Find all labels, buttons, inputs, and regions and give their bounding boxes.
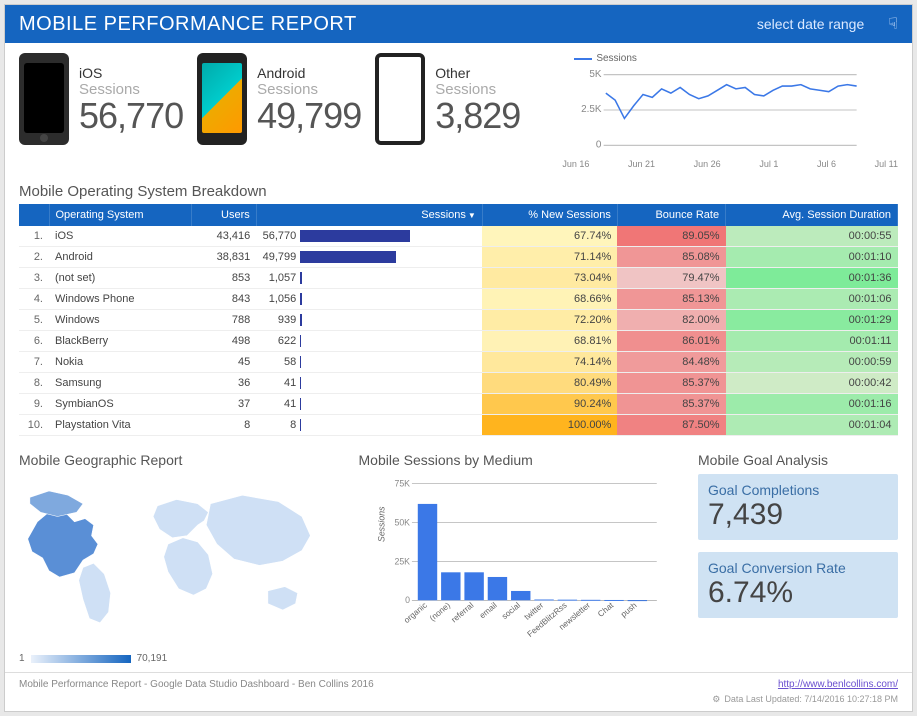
phone-ios-icon	[19, 53, 69, 145]
footer-updated: ⚙Data Last Updated: 7/14/2016 10:27:18 P…	[5, 692, 912, 711]
svg-text:social: social	[500, 601, 522, 622]
svg-text:0: 0	[405, 595, 410, 605]
goal-completions-card: Goal Completions 7,439	[698, 474, 898, 540]
world-map[interactable]	[19, 474, 343, 644]
os-breakdown-table[interactable]: Operating SystemUsersSessions▼% New Sess…	[19, 204, 898, 436]
table-row[interactable]: 2.Android38,83149,79971.14%85.08%00:01:1…	[19, 247, 898, 268]
summary-ios: iOS Sessions 56,770	[19, 53, 183, 145]
date-range-selector[interactable]: select date range ☟	[757, 14, 898, 34]
svg-text:Sessions: Sessions	[376, 506, 386, 542]
svg-text:referral: referral	[449, 601, 475, 625]
goal-title: Mobile Goal Analysis	[698, 452, 898, 468]
sessions-sparkline[interactable]: Sessions 5K 2.5K 0 Jun 16Jun 21Jun 26Jul…	[534, 53, 898, 169]
geo-scale-min: 1	[19, 653, 25, 664]
svg-text:2.5K: 2.5K	[581, 104, 602, 115]
dashboard-page: MOBILE PERFORMANCE REPORT select date ra…	[4, 4, 913, 712]
table-header[interactable]: Avg. Session Duration	[726, 204, 898, 226]
table-title: Mobile Operating System Breakdown	[19, 183, 898, 200]
summary-os-value: 3,829	[435, 98, 520, 134]
medium-panel: Mobile Sessions by Medium Sessions 75K 50…	[359, 452, 683, 664]
legend-swatch	[574, 58, 592, 60]
table-row[interactable]: 4.Windows Phone8431,05668.66%85.13%00:01…	[19, 289, 898, 310]
phone-other-icon	[375, 53, 425, 145]
goal-conversion-label: Goal Conversion Rate	[708, 560, 888, 576]
geo-title: Mobile Geographic Report	[19, 452, 343, 468]
svg-text:push: push	[619, 600, 639, 619]
svg-text:50K: 50K	[394, 517, 410, 527]
footer: Mobile Performance Report - Google Data …	[5, 672, 912, 692]
geo-gradient	[31, 655, 131, 663]
sparkline-chart: 5K 2.5K 0	[534, 66, 898, 154]
goal-panel: Mobile Goal Analysis Goal Completions 7,…	[698, 452, 898, 664]
table-row[interactable]: 8.Samsung364180.49%85.37%00:00:42	[19, 373, 898, 394]
sort-caret-icon: ▼	[468, 211, 476, 220]
summary-os-name: Android	[257, 65, 361, 81]
table-row[interactable]: 10.Playstation Vita88100.00%87.50%00:01:…	[19, 415, 898, 436]
table-header[interactable]: Sessions▼	[256, 204, 482, 226]
medium-bar-chart[interactable]: Sessions 75K50K25K0 organic(none)referra…	[359, 474, 683, 644]
sparkline-xticks: Jun 16Jun 21Jun 26Jul 1Jul 6Jul 11	[562, 159, 898, 169]
geo-panel: Mobile Geographic Report 1 70,191	[19, 452, 343, 664]
bottom-row: Mobile Geographic Report 1 70,191 M	[5, 446, 912, 672]
table-row[interactable]: 5.Windows78893972.20%82.00%00:01:29	[19, 310, 898, 331]
table-header[interactable]	[19, 204, 49, 226]
geo-scale-max: 70,191	[137, 653, 168, 664]
table-row[interactable]: 7.Nokia455874.14%84.48%00:00:59	[19, 352, 898, 373]
geo-scale: 1 70,191	[19, 653, 343, 664]
table-header[interactable]: % New Sessions	[482, 204, 617, 226]
svg-text:email: email	[477, 601, 498, 621]
table-header[interactable]: Bounce Rate	[617, 204, 725, 226]
summary-row: iOS Sessions 56,770 Android Sessions 49,…	[5, 43, 912, 175]
svg-text:75K: 75K	[394, 479, 410, 489]
header-bar: MOBILE PERFORMANCE REPORT select date ra…	[5, 5, 912, 43]
summary-os-value: 49,799	[257, 98, 361, 134]
table-row[interactable]: 6.BlackBerry49862268.81%86.01%00:01:11	[19, 331, 898, 352]
table-header[interactable]: Operating System	[49, 204, 192, 226]
gear-icon: ⚙	[712, 694, 720, 705]
pointer-icon: ☟	[888, 14, 898, 34]
table-row[interactable]: 9.SymbianOS374190.24%85.37%00:01:16	[19, 394, 898, 415]
goal-conversion-value: 6.74%	[708, 576, 888, 610]
svg-text:(none): (none)	[428, 601, 452, 623]
medium-title: Mobile Sessions by Medium	[359, 452, 683, 468]
goal-completions-value: 7,439	[708, 498, 888, 532]
table-row[interactable]: 3.(not set)8531,05773.04%79.47%00:01:36	[19, 268, 898, 289]
svg-text:0: 0	[596, 139, 602, 150]
summary-android: Android Sessions 49,799	[197, 53, 361, 145]
phone-android-icon	[197, 53, 247, 145]
date-range-label: select date range	[757, 16, 864, 32]
table-header[interactable]: Users	[192, 204, 257, 226]
table-row[interactable]: 1.iOS43,41656,77067.74%89.05%00:00:55	[19, 226, 898, 247]
page-title: MOBILE PERFORMANCE REPORT	[19, 13, 757, 36]
svg-text:Chat: Chat	[596, 600, 616, 619]
legend-label: Sessions	[596, 53, 637, 64]
footer-link[interactable]: http://www.benlcollins.com/	[778, 679, 898, 690]
summary-os-name: iOS	[79, 65, 183, 81]
footer-attribution: Mobile Performance Report - Google Data …	[19, 679, 374, 690]
goal-completions-label: Goal Completions	[708, 482, 888, 498]
summary-os-name: Other	[435, 65, 520, 81]
goal-conversion-card: Goal Conversion Rate 6.74%	[698, 552, 898, 618]
svg-text:25K: 25K	[394, 556, 410, 566]
summary-os-value: 56,770	[79, 98, 183, 134]
svg-text:5K: 5K	[590, 69, 603, 80]
summary-other: Other Sessions 3,829	[375, 53, 520, 145]
